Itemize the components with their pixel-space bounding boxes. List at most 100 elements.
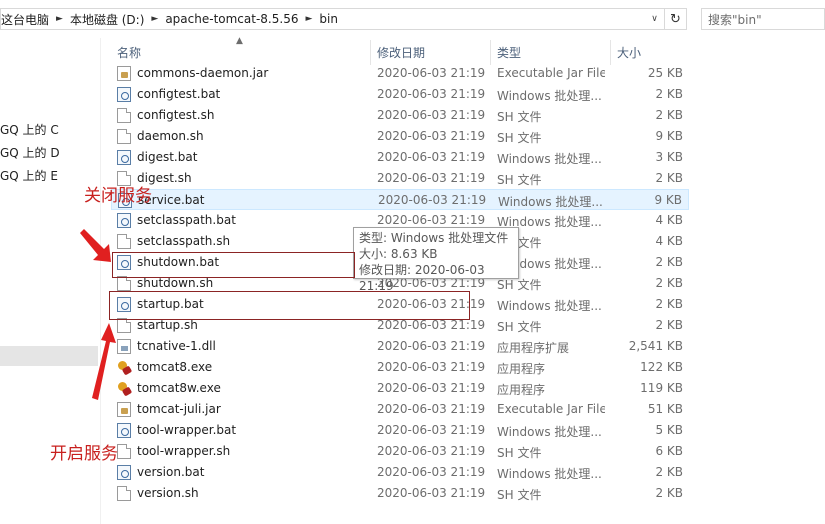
file-row[interactable]: digest.bat 2020-06-03 21:19 Windows 批处理...… (111, 147, 689, 168)
file-row[interactable]: tool-wrapper.sh 2020-06-03 21:19 SH 文件 6 KB (111, 441, 689, 462)
file-name: version.sh (137, 486, 199, 500)
search-input[interactable]: 搜索"bin" (701, 8, 825, 30)
file-row[interactable]: digest.sh 2020-06-03 21:19 SH 文件 2 KB (111, 168, 689, 189)
file-name: version.bat (137, 465, 205, 479)
file-row[interactable]: tool-wrapper.bat 2020-06-03 21:19 Windows … (111, 420, 689, 441)
refresh-icon[interactable]: ↻ (664, 9, 686, 29)
file-name: tcnative-1.dll (137, 339, 216, 353)
startup-annotation-label: 开启服务 (50, 444, 118, 464)
file-icon (117, 129, 131, 144)
file-size: 119 KB (640, 381, 683, 395)
tooltip-size: 大小: 8.63 KB (359, 247, 438, 261)
file-date: 2020-06-03 21:19 (377, 66, 486, 80)
file-date: 2020-06-03 21:19 (377, 423, 486, 437)
file-name: tomcat8.exe (137, 360, 213, 374)
breadcrumb-tomcat-folder[interactable]: apache-tomcat-8.5.56 (165, 12, 298, 26)
file-name: commons-daemon.jar (137, 66, 269, 80)
file-date: 2020-06-03 21:19 (377, 402, 486, 416)
column-header-type-label: 类型 (497, 46, 522, 60)
file-type: SH 文件 (497, 320, 542, 334)
sort-ascending-icon: ▲ (236, 36, 243, 46)
file-date: 2020-06-03 21:19 (377, 465, 486, 479)
file-date: 2020-06-03 21:19 (377, 213, 486, 227)
bat-icon (117, 465, 131, 480)
column-header-size[interactable]: 大小 (611, 40, 689, 65)
file-row[interactable]: configtest.sh 2020-06-03 21:19 SH 文件 2 KB (111, 105, 689, 126)
file-date: 2020-06-03 21:19 (377, 444, 486, 458)
file-row[interactable]: configtest.bat 2020-06-03 21:19 Windows 批处… (111, 84, 689, 105)
column-header-name-label: 名称 (117, 46, 142, 60)
file-type: Windows 批处理... (497, 425, 602, 439)
file-info-tooltip: 类型: Windows 批处理文件 大小: 8.63 KB 修改日期: 2020… (353, 227, 519, 293)
file-row[interactable]: version.bat 2020-06-03 21:19 Windows 批处理..… (111, 462, 689, 483)
file-name: shutdown.sh (137, 276, 214, 290)
bat-icon (117, 423, 131, 438)
column-header-type[interactable]: 类型 (491, 40, 611, 65)
bat-icon (117, 87, 131, 102)
file-icon (117, 234, 131, 249)
file-type: Windows 批处理... (497, 467, 602, 481)
file-row[interactable]: tomcat8.exe 2020-06-03 21:19 应用程序 122 KB (111, 357, 689, 378)
file-name: configtest.sh (137, 108, 215, 122)
file-row[interactable]: tomcat8w.exe 2020-06-03 21:19 应用程序 119 KB (111, 378, 689, 399)
file-date: 2020-06-03 21:19 (377, 486, 486, 500)
breadcrumb-chevron-icon[interactable]: ► (151, 14, 158, 24)
column-header-date[interactable]: 修改日期 (371, 40, 491, 65)
file-size: 2 KB (655, 486, 683, 500)
file-row[interactable]: version.sh 2020-06-03 21:19 SH 文件 2 KB (111, 483, 689, 504)
breadcrumb-bin[interactable]: bin (319, 12, 338, 26)
file-row[interactable]: daemon.sh 2020-06-03 21:19 SH 文件 9 KB (111, 126, 689, 147)
file-name: tomcat8w.exe (137, 381, 221, 395)
file-date: 2020-06-03 21:19 (377, 381, 486, 395)
file-size: 25 KB (647, 66, 683, 80)
file-icon (117, 444, 131, 459)
file-size: 9 KB (655, 129, 683, 143)
file-size: 9 KB (654, 193, 682, 207)
nav-selected-item[interactable] (0, 346, 98, 366)
address-bar[interactable]: 这台电脑 ► 本地磁盘 (D:) ► apache-tomcat-8.5.56 … (0, 8, 687, 30)
address-history-chevron-down-icon[interactable]: ∨ (644, 9, 664, 29)
jar-icon (117, 402, 131, 417)
file-type: Executable Jar File (497, 402, 605, 416)
file-row[interactable]: commons-daemon.jar 2020-06-03 21:19 Execut… (111, 63, 689, 84)
file-size: 2 KB (655, 465, 683, 479)
shutdown-annotation-label: 关闭服务 (84, 186, 152, 206)
nav-item-network-drive-d[interactable]: GQ 上的 D (0, 144, 60, 161)
file-type: Windows 批处理... (498, 195, 603, 209)
file-date: 2020-06-03 21:19 (377, 339, 486, 353)
file-size: 2 KB (655, 297, 683, 311)
file-date: 2020-06-03 21:19 (377, 108, 486, 122)
tomcat-exe-icon (117, 360, 131, 375)
file-row[interactable]: tomcat-juli.jar 2020-06-03 21:19 Executabl… (111, 399, 689, 420)
file-row[interactable]: tcnative-1.dll 2020-06-03 21:19 应用程序扩展 2,54… (111, 336, 689, 357)
file-icon (117, 486, 131, 501)
file-size: 2 KB (655, 318, 683, 332)
file-type: 应用程序 (497, 383, 546, 397)
file-size: 4 KB (655, 213, 683, 227)
breadcrumb-chevron-icon[interactable]: ► (305, 14, 312, 24)
file-type: 应用程序扩展 (497, 341, 570, 355)
bat-icon (117, 150, 131, 165)
tooltip-type: 类型: Windows 批处理文件 (359, 231, 509, 245)
file-size: 51 KB (647, 402, 683, 416)
file-date: 2020-06-03 21:19 (377, 129, 486, 143)
breadcrumb-drive-d[interactable]: 本地磁盘 (D:) (70, 11, 144, 28)
nav-item-network-drive-e[interactable]: GQ 上的 E (0, 167, 58, 184)
file-size: 2 KB (655, 255, 683, 269)
file-type: 应用程序 (497, 362, 546, 376)
file-size: 2 KB (655, 108, 683, 122)
breadcrumb-this-pc[interactable]: 这台电脑 (1, 11, 49, 28)
file-size: 2 KB (655, 171, 683, 185)
nav-item-network-drive-c[interactable]: GQ 上的 C (0, 121, 59, 138)
jar-icon (117, 66, 131, 81)
breadcrumb-chevron-icon[interactable]: ► (56, 14, 63, 24)
tooltip-date: 修改日期: 2020-06-03 21:19 (359, 263, 485, 293)
dll-icon (117, 339, 131, 354)
file-type: SH 文件 (497, 446, 542, 460)
file-row[interactable]: service.bat 2020-06-03 21:19 Windows 批处理..… (111, 189, 689, 210)
file-size: 6 KB (655, 444, 683, 458)
file-name: setclasspath.bat (137, 213, 236, 227)
file-name: tomcat-juli.jar (137, 402, 221, 416)
file-type: SH 文件 (497, 173, 542, 187)
file-date: 2020-06-03 21:19 (377, 87, 486, 101)
